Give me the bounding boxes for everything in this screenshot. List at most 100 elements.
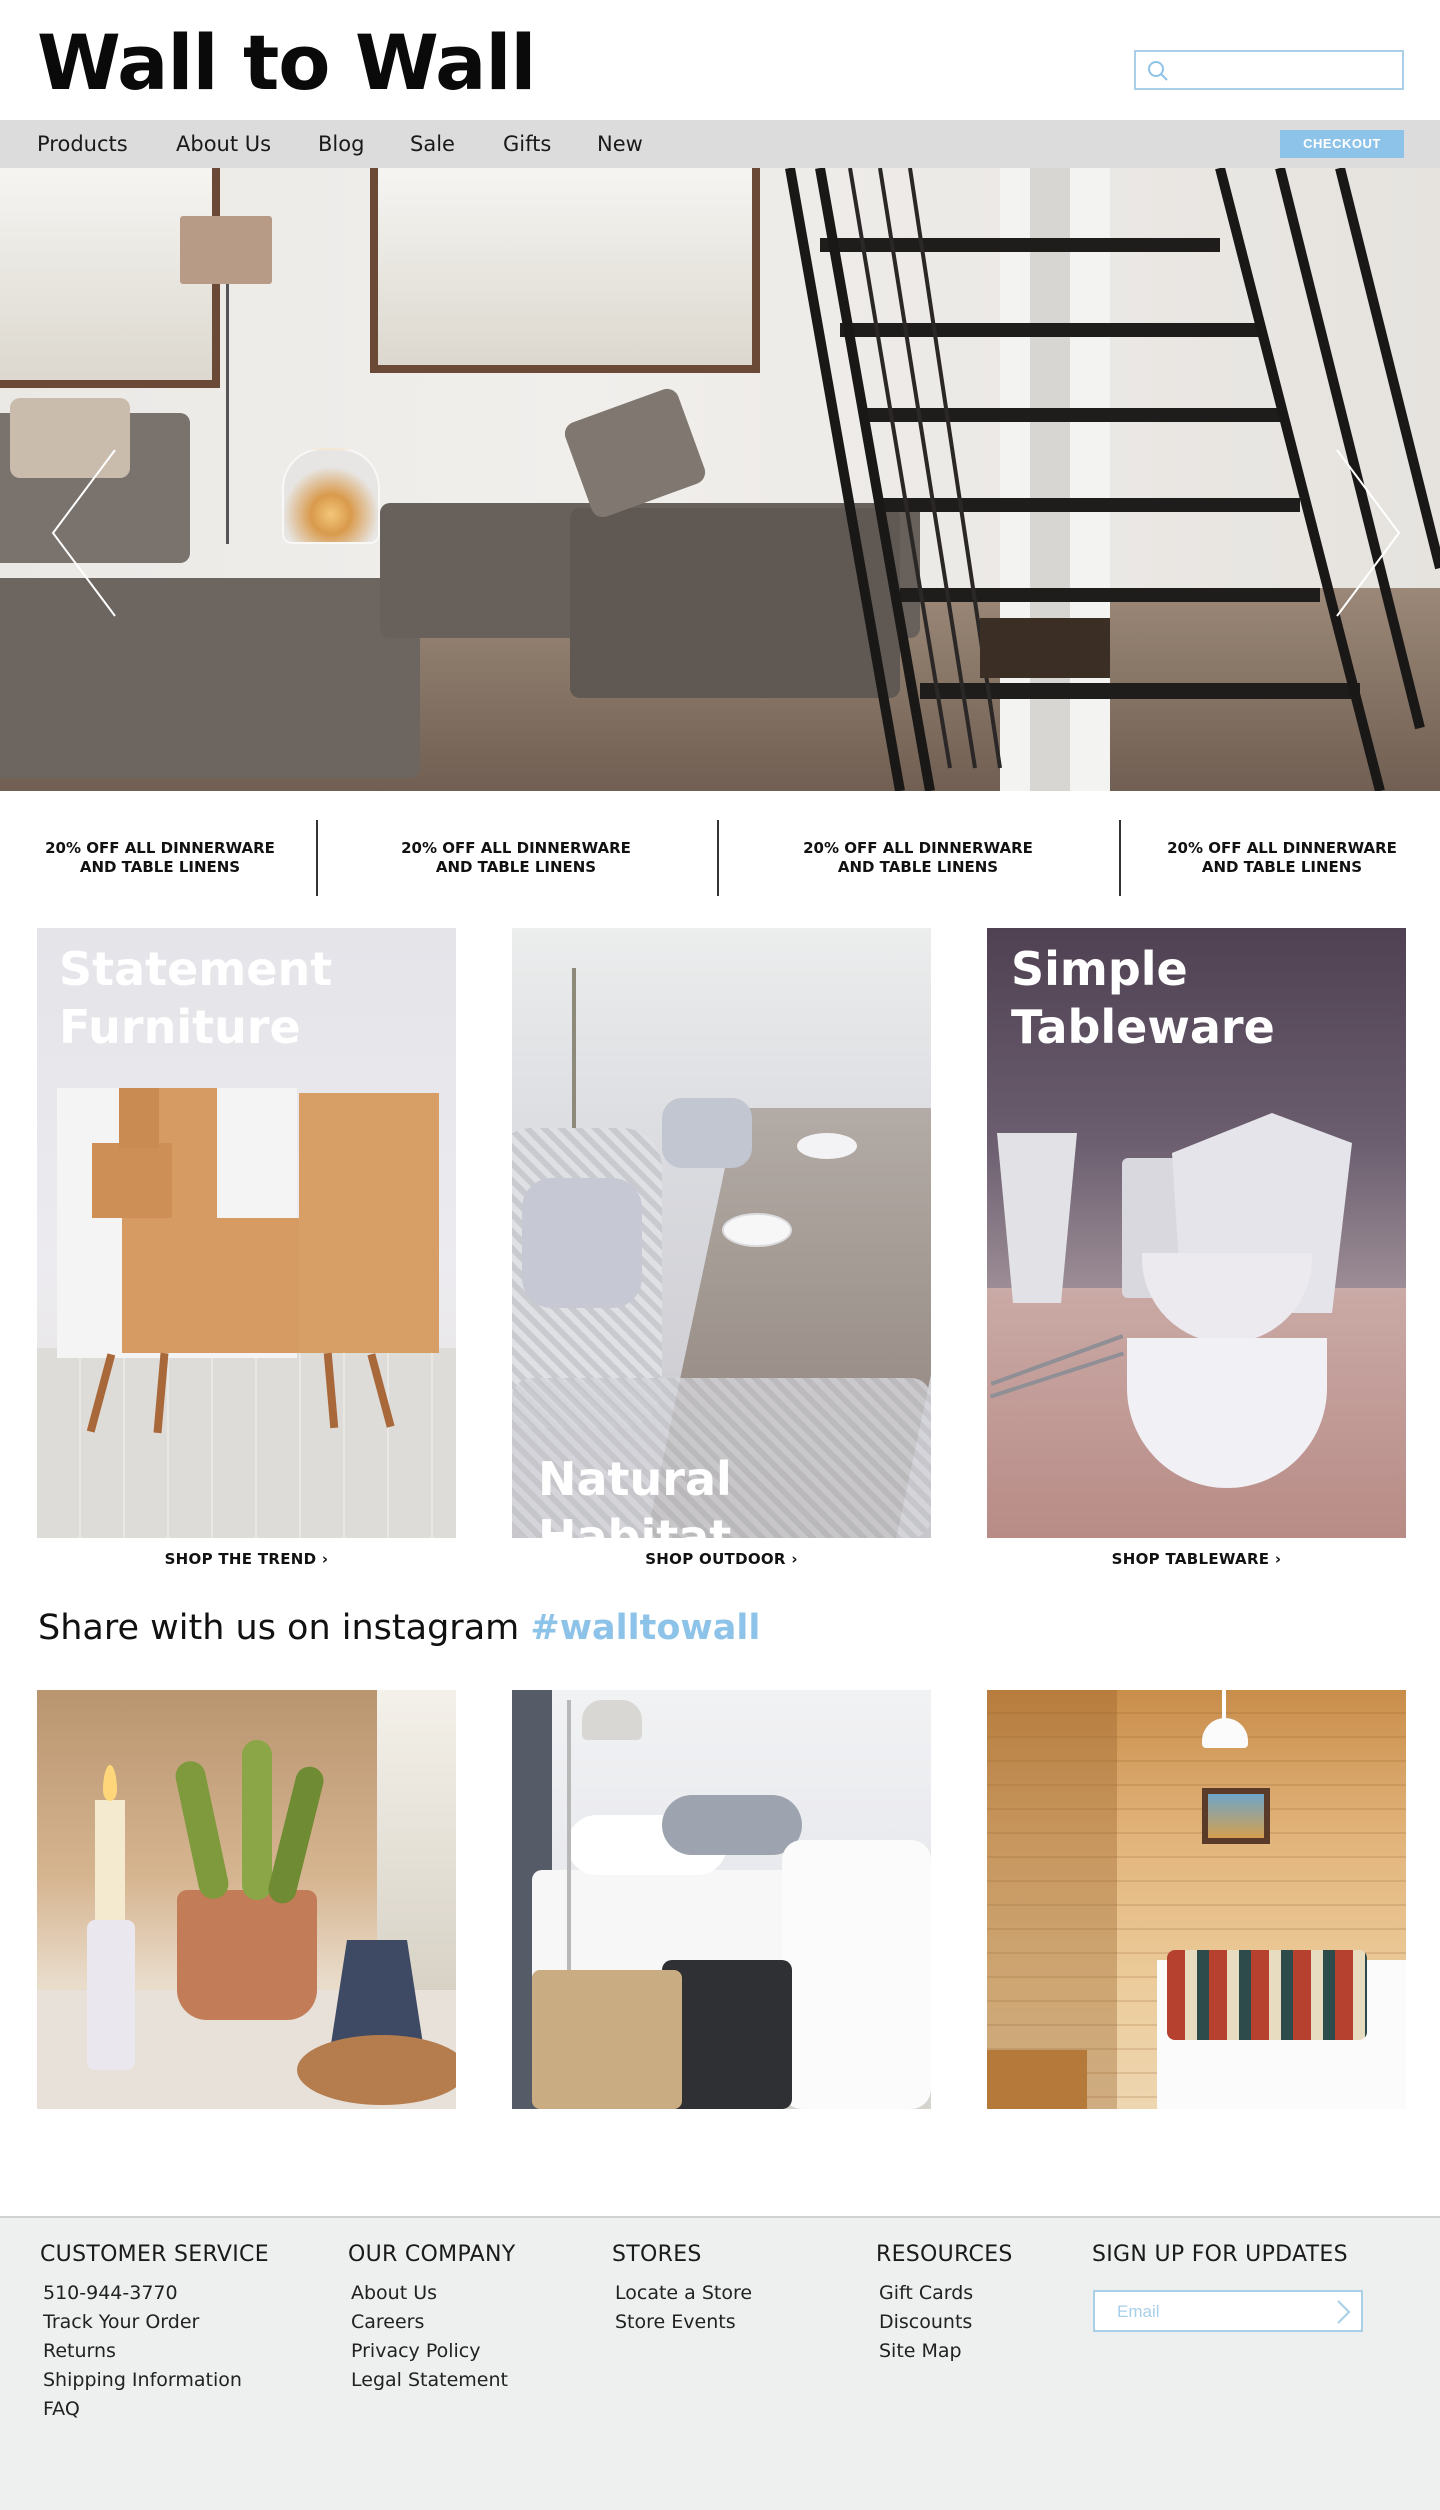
blanket <box>1167 1950 1367 2040</box>
feature-title-line: Simple <box>1011 942 1188 996</box>
furniture-floor <box>37 1348 456 1538</box>
hero-carousel <box>0 168 1440 791</box>
cabinet-drawer <box>119 1088 159 1148</box>
bowl <box>722 1213 792 1247</box>
candle <box>95 1800 125 1920</box>
promo-line1: 20% OFF ALL DINNERWARE <box>1167 839 1397 857</box>
shop-link-tableware[interactable]: SHOP TABLEWARE › <box>987 1550 1406 1568</box>
feature-title: Simple Tableware <box>1011 940 1275 1056</box>
footer-heading: CUSTOMER SERVICE <box>40 2242 269 2267</box>
chevron-right-icon: › <box>321 1550 329 1568</box>
site-header: Wall to Wall <box>0 0 1440 120</box>
nav-item-blog[interactable]: Blog <box>318 120 364 168</box>
footer-link-track-order[interactable]: Track Your Order <box>40 2308 269 2337</box>
wall-shadow <box>987 1690 1117 2109</box>
candle-flame <box>103 1765 117 1801</box>
instagram-photo-bedroom[interactable] <box>512 1690 931 2109</box>
tree-branch <box>572 968 576 1128</box>
nav-item-products[interactable]: Products <box>37 120 128 168</box>
instagram-hashtag[interactable]: #walltowall <box>530 1608 760 1648</box>
chair-cushion <box>662 1098 752 1168</box>
footer-link-about-us[interactable]: About Us <box>348 2279 515 2308</box>
plate <box>297 2035 456 2105</box>
plant-leaf <box>265 1763 327 1907</box>
footer-link-gift-cards[interactable]: Gift Cards <box>876 2279 1013 2308</box>
footer-link-shipping[interactable]: Shipping Information <box>40 2366 269 2395</box>
footer-col-signup: SIGN UP FOR UPDATES <box>1092 2242 1348 2279</box>
promo-divider <box>1119 820 1121 896</box>
email-signup-field[interactable]: Email <box>1093 2290 1363 2332</box>
shop-link-outdoor[interactable]: SHOP OUTDOOR › <box>512 1550 931 1568</box>
footer-link-discounts[interactable]: Discounts <box>876 2308 1013 2337</box>
hero-fire-lantern <box>282 448 380 544</box>
chevron-left-icon[interactable] <box>50 448 120 618</box>
nav-item-new[interactable]: New <box>597 120 643 168</box>
shop-link-label: SHOP OUTDOOR <box>645 1550 786 1568</box>
duvet <box>782 1840 931 2109</box>
footer-link-returns[interactable]: Returns <box>40 2337 269 2366</box>
feature-title-line: Tableware <box>1011 1000 1275 1054</box>
feature-card-outdoor[interactable]: Natural Habitat <box>512 928 931 1538</box>
promo-line1: 20% OFF ALL DINNERWARE <box>803 839 1033 857</box>
footer-link-legal[interactable]: Legal Statement <box>348 2366 515 2395</box>
instagram-heading: Share with us on instagram #walltowall <box>38 1608 760 1648</box>
hero-window-center <box>370 168 760 373</box>
candle-holder <box>87 1920 135 2070</box>
instagram-photo-candles[interactable] <box>37 1690 456 2109</box>
feature-title: Natural Habitat <box>538 1450 931 1538</box>
nav-item-sale[interactable]: Sale <box>410 120 455 168</box>
promo-item[interactable]: 20% OFF ALL DINNERWARE AND TABLE LINENS <box>788 820 1048 896</box>
instagram-photo-cabin[interactable] <box>987 1690 1406 2109</box>
chevron-right-icon: › <box>791 1550 798 1568</box>
pillow <box>662 1795 802 1855</box>
promo-item[interactable]: 20% OFF ALL DINNERWARE AND TABLE LINENS <box>1152 820 1412 896</box>
site-logo[interactable]: Wall to Wall <box>37 18 536 107</box>
trunk <box>532 1970 682 2109</box>
promo-line2: AND TABLE LINENS <box>435 858 597 876</box>
feature-title-line: Furniture <box>59 1000 301 1054</box>
main-nav: Products About Us Blog Sale Gifts New CH… <box>0 120 1440 168</box>
shop-link-label: SHOP TABLEWARE <box>1111 1550 1270 1568</box>
shop-link-trend[interactable]: SHOP THE TREND › <box>37 1550 456 1568</box>
promo-item[interactable]: 20% OFF ALL DINNERWARE AND TABLE LINENS <box>30 820 290 896</box>
instagram-heading-text: Share with us on instagram <box>38 1608 520 1648</box>
footer-link-faq[interactable]: FAQ <box>40 2395 269 2424</box>
promo-divider <box>316 820 318 896</box>
promo-divider <box>717 820 719 896</box>
footer-link-phone[interactable]: 510-944-3770 <box>40 2279 269 2308</box>
feature-title: Statement Furniture <box>59 940 332 1056</box>
footer-heading: OUR COMPANY <box>348 2242 516 2267</box>
nav-item-about-us[interactable]: About Us <box>176 120 271 168</box>
hero-lamp-pole <box>226 284 229 544</box>
promo-item[interactable]: 20% OFF ALL DINNERWARE AND TABLE LINENS <box>386 820 646 896</box>
shop-link-label: SHOP THE TREND <box>164 1550 317 1568</box>
cabinet-drawer <box>92 1143 172 1218</box>
cabinet-door <box>122 1218 302 1353</box>
search-icon[interactable] <box>1146 59 1170 83</box>
plant-leaf <box>172 1758 232 1902</box>
footer-heading: SIGN UP FOR UPDATES <box>1092 2242 1348 2267</box>
footer-col-stores: STORES Locate a Store Store Events <box>612 2242 752 2337</box>
footer-link-site-map[interactable]: Site Map <box>876 2337 1013 2366</box>
vase <box>997 1133 1077 1303</box>
footer-link-locate-store[interactable]: Locate a Store <box>612 2279 752 2308</box>
lamp-pole <box>567 1700 571 1970</box>
plant-leaf <box>242 1740 272 1900</box>
chevron-right-icon: › <box>1274 1550 1282 1568</box>
chair-cushion <box>522 1178 642 1308</box>
footer-link-careers[interactable]: Careers <box>348 2308 515 2337</box>
checkout-button[interactable]: CHECKOUT <box>1280 130 1404 158</box>
footer-col-our-company: OUR COMPANY About Us Careers Privacy Pol… <box>348 2242 515 2395</box>
chevron-right-icon[interactable] <box>1333 2299 1353 2325</box>
nav-item-gifts[interactable]: Gifts <box>503 120 551 168</box>
search-input[interactable] <box>1134 50 1404 90</box>
feature-title-line: Statement <box>59 942 333 996</box>
footer-link-store-events[interactable]: Store Events <box>612 2308 752 2337</box>
feature-card-tableware[interactable]: Simple Tableware <box>987 928 1406 1538</box>
chevron-right-icon[interactable] <box>1332 448 1402 618</box>
cabinet-tall-door <box>299 1093 439 1353</box>
feature-card-furniture[interactable]: Statement Furniture <box>37 928 456 1538</box>
framed-picture <box>1202 1788 1270 1844</box>
footer-col-resources: RESOURCES Gift Cards Discounts Site Map <box>876 2242 1013 2366</box>
footer-link-privacy[interactable]: Privacy Policy <box>348 2337 515 2366</box>
